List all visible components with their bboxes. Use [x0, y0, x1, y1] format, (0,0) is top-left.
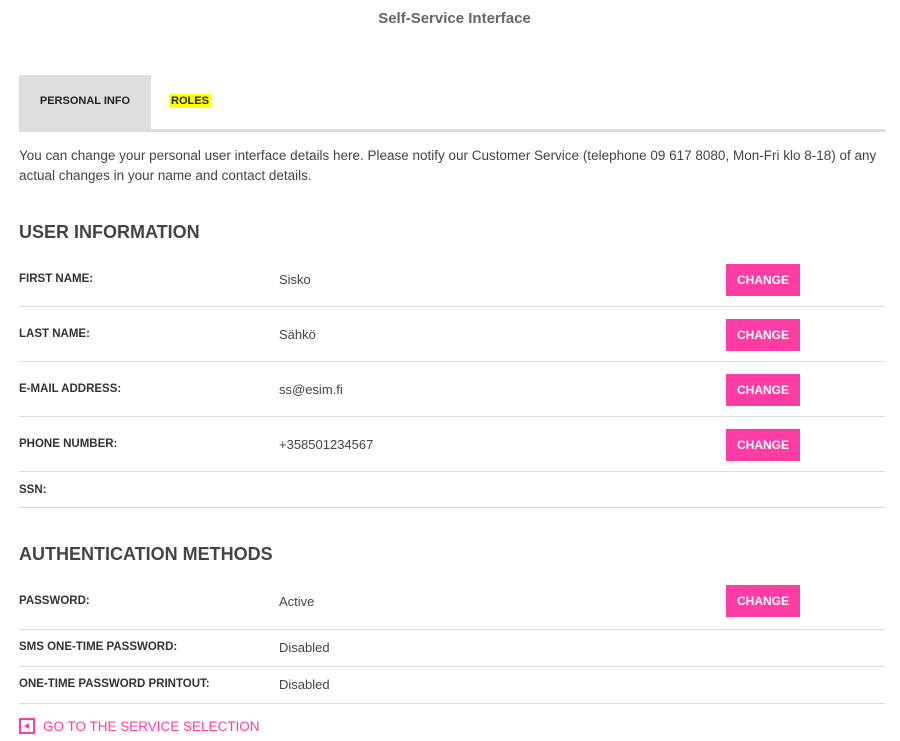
otp-printout-label: ONE-TIME PASSWORD PRINTOUT: [19, 678, 210, 690]
email-row: E-MAIL ADDRESS: ss@esim.fi CHANGE [19, 362, 885, 417]
user-information-heading: USER INFORMATION [19, 222, 200, 242]
first-name-label: FIRST NAME: [19, 273, 94, 285]
tab-personal-info[interactable]: PERSONAL INFO [19, 75, 151, 129]
tab-roles[interactable]: ROLES [169, 94, 211, 108]
arrow-left-icon [19, 718, 35, 734]
back-to-service-selection-link[interactable]: GO TO THE SERVICE SELECTION [19, 716, 260, 736]
sms-otp-row: SMS ONE-TIME PASSWORD: Disabled [19, 630, 885, 667]
otp-printout-status: Disabled [279, 677, 330, 692]
tab-roles-label: ROLES [169, 94, 211, 108]
intro-text: You can change your personal user interf… [19, 148, 877, 183]
phone-label: PHONE NUMBER: [19, 438, 118, 450]
change-password-button[interactable]: CHANGE [726, 585, 800, 617]
phone-row: PHONE NUMBER: +358501234567 CHANGE [19, 417, 885, 472]
ssn-row: SSN: [19, 472, 885, 508]
last-name-value: Sähkö [279, 327, 316, 342]
sms-otp-label: SMS ONE-TIME PASSWORD: [19, 641, 178, 653]
phone-value: +358501234567 [279, 437, 374, 452]
last-name-label: LAST NAME: [19, 328, 90, 340]
last-name-row: LAST NAME: Sähkö CHANGE [19, 307, 885, 362]
tab-bar: PERSONAL INFO ROLES [19, 75, 885, 132]
email-value: ss@esim.fi [279, 382, 343, 397]
back-link-label: GO TO THE SERVICE SELECTION [43, 718, 260, 734]
change-phone-button[interactable]: CHANGE [726, 429, 800, 461]
sms-otp-status: Disabled [279, 640, 330, 655]
email-label: E-MAIL ADDRESS: [19, 383, 122, 395]
otp-printout-row: ONE-TIME PASSWORD PRINTOUT: Disabled [19, 667, 885, 704]
first-name-row: FIRST NAME: Sisko CHANGE [19, 252, 885, 307]
password-row: PASSWORD: Active CHANGE [19, 575, 885, 630]
authentication-methods-heading: AUTHENTICATION METHODS [19, 544, 273, 564]
first-name-value: Sisko [279, 272, 311, 287]
change-email-button[interactable]: CHANGE [726, 374, 800, 406]
password-label: PASSWORD: [19, 595, 90, 607]
ssn-label: SSN: [19, 484, 47, 496]
password-status: Active [279, 594, 315, 609]
change-first-name-button[interactable]: CHANGE [726, 264, 800, 296]
change-last-name-button[interactable]: CHANGE [726, 319, 800, 351]
page-title: Self-Service Interface [378, 10, 531, 27]
